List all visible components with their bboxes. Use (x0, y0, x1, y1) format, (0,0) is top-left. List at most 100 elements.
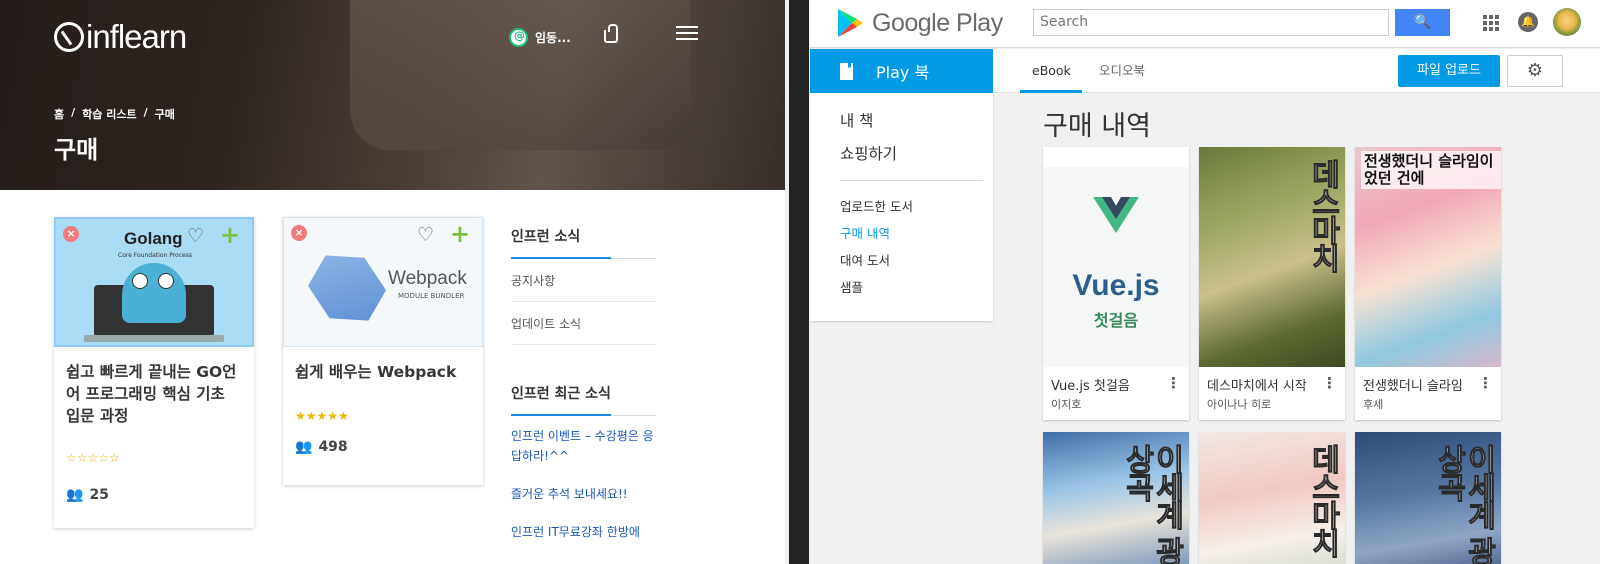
search-input[interactable]: Search (1033, 9, 1389, 36)
google-play-logo[interactable]: Google Play (836, 8, 1003, 38)
book-title[interactable]: 데스마치에서 시작 (1207, 375, 1323, 394)
book-card[interactable]: 전생했더니 슬라임이 었던 건에 전생했더니 슬라임 후세 ⋮ (1355, 147, 1501, 420)
recent-news-section: 인프런 최근 소식 인프런 이벤트 – 수강평은 응답하라!^^ 즐거운 추석 … (511, 383, 656, 550)
book-author[interactable]: 아이나나 히로 (1207, 396, 1337, 412)
book-cover[interactable]: 이세계 광상곡 (1355, 432, 1501, 564)
more-options-icon[interactable]: ⋮ (1166, 376, 1181, 391)
book-cover[interactable]: 데스마치 (1199, 432, 1345, 564)
breadcrumb: 홈 / 학습 리스트 / 구매 (54, 106, 175, 122)
content-tabbar: eBook 오디오북 파일 업로드 ⚙ (993, 49, 1600, 93)
users-icon: 👥 (66, 487, 84, 503)
tab-ebook[interactable]: eBook (1020, 49, 1082, 93)
book-card[interactable]: Vue.js 첫걸음 Vue.js 첫걸음 이지호 ⋮ (1043, 147, 1189, 420)
news-item-updates[interactable]: 업데이트 소식 (511, 302, 656, 345)
course-thumbnail[interactable]: Golang Core Foundation Process × ♡ + (54, 217, 254, 347)
book-cover[interactable]: 이세계 광상곡 (1043, 432, 1189, 564)
book-icon (840, 62, 853, 80)
course-title[interactable]: 쉽게 배우는 Webpack (283, 347, 483, 395)
remove-course-icon[interactable]: × (63, 226, 79, 242)
book-author[interactable]: 이지호 (1051, 396, 1181, 412)
student-count: 👥 498 (283, 439, 483, 455)
user-menu[interactable]: 임동... (509, 28, 571, 47)
book-card[interactable]: 이세계 광상곡 (1355, 432, 1501, 564)
book-card[interactable]: 데스마치 데스마치에서 시작 아이나나 히로 ⋮ (1199, 147, 1345, 420)
course-title[interactable]: 쉽고 빠르게 끝내는 GO언어 프로그래밍 핵심 기초 입문 과정 (54, 347, 254, 443)
thumbnail-subtitle: Core Foundation Process (118, 252, 192, 259)
breadcrumb-separator: / (71, 106, 76, 119)
logo-text: inflearn (86, 18, 187, 55)
recent-news-link[interactable]: 즐거운 추석 보내세요!! (511, 474, 656, 512)
book-title[interactable]: 전생했더니 슬라임 (1363, 375, 1479, 394)
add-cart-plus-icon[interactable]: + (220, 223, 240, 247)
play-books-label: Play 북 (876, 63, 930, 82)
cart-icon[interactable] (604, 24, 618, 43)
sidebar-item-samples[interactable]: 샘플 (840, 274, 963, 301)
rating-stars: ★★★★★ (295, 409, 349, 423)
apps-grid-icon[interactable] (1483, 15, 1499, 31)
book-cover[interactable]: Vue.js 첫걸음 (1043, 147, 1189, 367)
gopher-mascot-icon (122, 263, 186, 323)
sidebar-item-purchases[interactable]: 구매 내역 (840, 220, 963, 247)
notifications-bell-icon[interactable]: 🔔 (1518, 12, 1538, 32)
cover-title: 전생했더니 슬라임이 었던 건에 (1361, 151, 1501, 189)
settings-gear-icon[interactable]: ⚙ (1507, 55, 1563, 87)
user-avatar-icon (509, 28, 528, 47)
upload-file-button[interactable]: 파일 업로드 (1398, 55, 1500, 87)
thumbnail-subtitle: MODULE BUNDLER (398, 292, 465, 300)
book-cover[interactable]: 데스마치 (1199, 147, 1345, 367)
news-item-notice[interactable]: 공지사항 (511, 259, 656, 302)
user-name: 임동... (535, 31, 571, 45)
book-author[interactable]: 후세 (1363, 396, 1493, 412)
page-title: 구매 (54, 136, 99, 164)
more-options-icon[interactable]: ⋮ (1478, 376, 1493, 391)
cover-title: 데스마치 (1305, 444, 1341, 557)
sidebar: Play 북 내 책 쇼핑하기 업로드한 도서 구매 내역 대여 도서 샘플 (810, 49, 993, 321)
breadcrumb-current: 구매 (154, 108, 175, 121)
news-heading: 인프런 소식 (511, 226, 656, 259)
add-cart-plus-icon[interactable]: + (450, 222, 470, 246)
page-heading: 구매 내역 (1043, 111, 1151, 142)
account-avatar[interactable] (1553, 8, 1581, 36)
wishlist-heart-icon[interactable]: ♡ (187, 227, 204, 246)
book-card[interactable]: 데스마치 (1199, 432, 1345, 564)
hero-banner: inflearn 임동... 홈 / 학습 리스트 / 구매 구매 (0, 0, 785, 190)
breadcrumb-separator: / (143, 106, 148, 119)
logo-mark-icon (54, 22, 84, 52)
book-card[interactable]: 이세계 광상곡 (1043, 432, 1189, 564)
recent-news-link[interactable]: 인프런 이벤트 – 수강평은 응답하라!^^ (511, 416, 656, 474)
breadcrumb-home[interactable]: 홈 (54, 106, 64, 122)
sidebar-item-rentals[interactable]: 대여 도서 (840, 247, 963, 274)
cover-title: 데스마치 (1305, 159, 1341, 272)
book-title[interactable]: Vue.js 첫걸음 (1051, 375, 1167, 394)
users-icon: 👥 (295, 439, 313, 455)
window-divider[interactable] (785, 0, 810, 564)
book-cover[interactable]: 전생했더니 슬라임이 었던 건에 (1355, 147, 1501, 367)
webpack-cube-icon (299, 240, 395, 336)
cover-subtitle: 첫걸음 (1093, 311, 1139, 330)
thumbnail-title: Golang (124, 229, 183, 248)
breadcrumb-learning-list[interactable]: 학습 리스트 (82, 106, 136, 122)
course-thumbnail[interactable]: Webpack MODULE BUNDLER × ♡ + (283, 217, 483, 347)
tab-audiobook[interactable]: 오디오북 (1093, 49, 1151, 93)
remove-course-icon[interactable]: × (291, 225, 307, 241)
thumbnail-title: Webpack (388, 268, 467, 289)
hamburger-menu-icon[interactable] (676, 26, 698, 40)
search-button[interactable]: 🔍 (1395, 9, 1450, 36)
more-options-icon[interactable]: ⋮ (1322, 376, 1337, 391)
course-card-golang[interactable]: Golang Core Foundation Process × ♡ + 쉽고 … (54, 217, 254, 528)
top-bar: Google Play Search 🔍 🔔 (810, 0, 1600, 48)
sidebar-item-shop[interactable]: 쇼핑하기 (840, 138, 963, 171)
google-play-window: Google Play Search 🔍 🔔 Play 북 내 책 쇼핑하기 업… (810, 0, 1600, 564)
search-icon: 🔍 (1413, 14, 1432, 30)
course-card-webpack[interactable]: Webpack MODULE BUNDLER × ♡ + 쉽게 배우는 Webp… (283, 217, 483, 485)
sidebar-item-uploads[interactable]: 업로드한 도서 (840, 193, 963, 220)
cover-title: 이세계 광상곡 (1119, 444, 1185, 564)
recent-news-link[interactable]: 인프런 IT무료강좌 한방에 (511, 512, 656, 550)
wishlist-heart-icon[interactable]: ♡ (417, 226, 434, 245)
inflearn-window: inflearn 임동... 홈 / 학습 리스트 / 구매 구매 Golang… (0, 0, 785, 564)
play-books-tab[interactable]: Play 북 (810, 49, 993, 93)
recent-news-heading: 인프런 최근 소식 (511, 383, 656, 416)
sidebar-item-my-books[interactable]: 내 책 (840, 105, 963, 138)
news-section: 인프런 소식 공지사항 업데이트 소식 (511, 226, 656, 345)
inflearn-logo[interactable]: inflearn (54, 18, 187, 56)
